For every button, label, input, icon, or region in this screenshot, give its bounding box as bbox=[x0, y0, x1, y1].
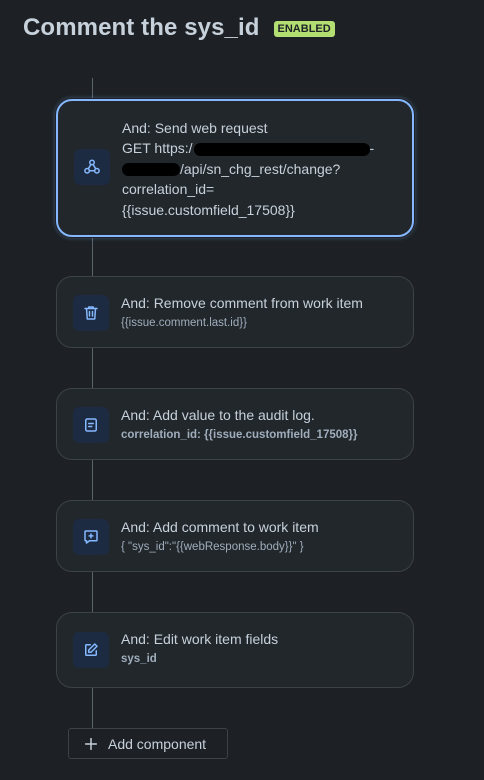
component-subtitle: { "sys_id":"{{webResponse.body}}" } bbox=[121, 541, 304, 553]
add-component-button[interactable]: Add component bbox=[68, 728, 228, 759]
url-dash: - bbox=[369, 140, 375, 156]
redacted-block bbox=[193, 142, 370, 156]
url-line-4: {{issue.customfield_17508}} bbox=[122, 201, 295, 218]
component-text: And: Send web request GET https:/ - /api/… bbox=[122, 118, 398, 220]
audit-log-icon bbox=[73, 407, 109, 443]
component-title: And: Edit work item fields bbox=[121, 631, 279, 647]
component-subtitle: sys_id bbox=[121, 653, 157, 665]
header: Comment the sys_id ENABLED bbox=[23, 14, 335, 42]
url-line-3: correlation_id= bbox=[122, 181, 215, 197]
component-add-audit-log[interactable]: And: Add value to the audit log. correla… bbox=[56, 388, 414, 460]
redacted-block bbox=[122, 163, 180, 177]
component-subtitle: correlation_id: {{issue.customfield_1750… bbox=[121, 429, 358, 441]
url-line-2: /api/sn_chg_rest/change? bbox=[122, 159, 398, 180]
status-badge: ENABLED bbox=[273, 20, 335, 37]
component-title: And: Add value to the audit log. bbox=[121, 407, 315, 423]
url-prefix: GET https:/ bbox=[122, 140, 193, 156]
component-add-comment[interactable]: And: Add comment to work item { "sys_id"… bbox=[56, 500, 414, 572]
component-text: And: Remove comment from work item {{iss… bbox=[121, 293, 399, 331]
component-text: And: Add comment to work item { "sys_id"… bbox=[121, 517, 399, 555]
add-component-label: Add component bbox=[108, 735, 207, 752]
component-title: And: Remove comment from work item bbox=[121, 295, 363, 311]
component-remove-comment[interactable]: And: Remove comment from work item {{iss… bbox=[56, 276, 414, 348]
plus-icon bbox=[83, 736, 99, 752]
component-text: And: Edit work item fields sys_id bbox=[121, 629, 399, 667]
component-subtitle: {{issue.comment.last.id}} bbox=[121, 317, 247, 329]
edit-icon bbox=[73, 632, 109, 668]
url-line-1: GET https:/ - bbox=[122, 138, 398, 159]
component-title: And: Send web request bbox=[122, 120, 268, 136]
component-edit-fields[interactable]: And: Edit work item fields sys_id bbox=[56, 612, 414, 688]
component-text: And: Add value to the audit log. correla… bbox=[121, 405, 399, 443]
add-comment-icon bbox=[73, 519, 109, 555]
component-send-web-request[interactable]: And: Send web request GET https:/ - /api/… bbox=[56, 99, 414, 237]
webhook-icon bbox=[74, 149, 110, 185]
page-title: Comment the sys_id bbox=[23, 14, 260, 41]
url-path: /api/sn_chg_rest/change? bbox=[180, 160, 341, 177]
component-title: And: Add comment to work item bbox=[121, 519, 319, 535]
trash-icon bbox=[73, 295, 109, 331]
